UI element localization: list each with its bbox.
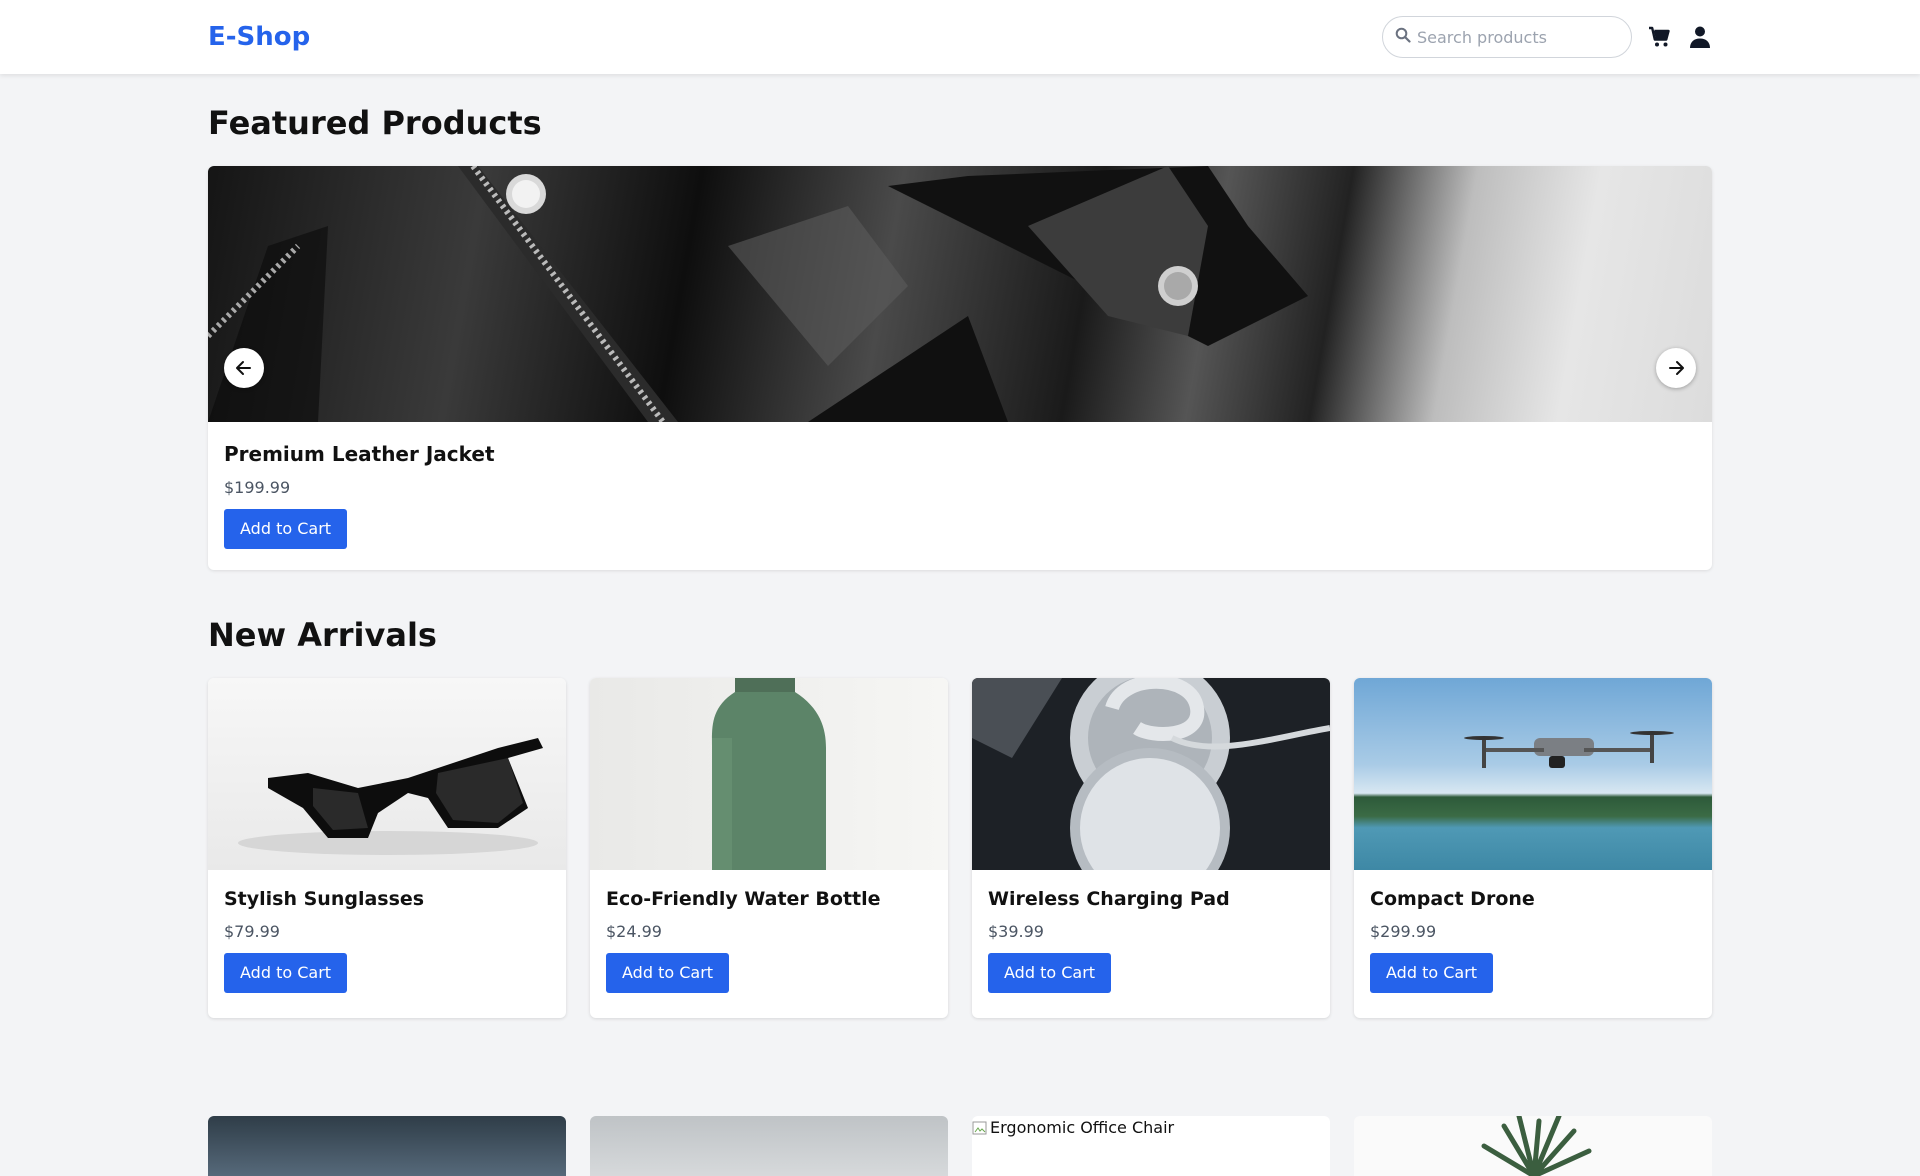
product-image-drone (1354, 678, 1712, 870)
featured-title: Featured Products (208, 104, 542, 142)
site-header: E-Shop (0, 0, 1920, 74)
product-card: Stylish Sunglasses $79.99 Add to Cart (208, 678, 566, 1018)
product-price: $24.99 (606, 922, 662, 941)
cart-icon[interactable] (1648, 24, 1672, 50)
product-name: Compact Drone (1370, 888, 1535, 910)
product-image-water-bottle (590, 678, 948, 870)
arrow-right-icon (1669, 361, 1684, 375)
product-price: $39.99 (988, 922, 1044, 941)
product-name: Eco-Friendly Water Bottle (606, 888, 881, 910)
product-price: $299.99 (1370, 922, 1437, 941)
product-card (208, 1116, 566, 1176)
product-image-sunglasses (208, 678, 566, 870)
broken-image-icon (972, 1121, 987, 1134)
arrow-left-icon (236, 361, 251, 375)
search-box[interactable] (1382, 16, 1632, 58)
add-to-cart-button[interactable]: Add to Cart (988, 953, 1112, 993)
product-card: Wireless Charging Pad $39.99 Add to Cart (972, 678, 1330, 1018)
plant-image (1481, 1116, 1592, 1176)
search-icon (1395, 27, 1411, 47)
featured-product-price: $199.99 (224, 478, 291, 497)
add-to-cart-button[interactable]: Add to Cart (1370, 953, 1494, 993)
add-to-cart-button[interactable]: Add to Cart (224, 953, 348, 993)
featured-product-image (208, 166, 1712, 422)
product-card: Eco-Friendly Water Bottle $24.99 Add to … (590, 678, 948, 1018)
featured-add-to-cart-button[interactable]: Add to Cart (224, 509, 348, 549)
search-input[interactable] (1417, 27, 1617, 47)
user-icon[interactable] (1688, 24, 1712, 50)
broken-image-alt-text: Ergonomic Office Chair (990, 1118, 1175, 1137)
carousel-next-button[interactable] (1656, 348, 1696, 388)
product-name: Stylish Sunglasses (224, 888, 425, 910)
product-image-charging-pad (972, 678, 1330, 870)
product-card: Compact Drone $299.99 Add to Cart (1354, 678, 1712, 1018)
product-name: Wireless Charging Pad (988, 888, 1230, 910)
site-logo[interactable]: E-Shop (208, 22, 310, 52)
new-arrivals-title: New Arrivals (208, 616, 437, 654)
add-to-cart-button[interactable]: Add to Cart (606, 953, 730, 993)
product-card (1354, 1116, 1712, 1176)
product-card: Ergonomic Office Chair (972, 1116, 1330, 1176)
featured-product-name: Premium Leather Jacket (224, 442, 495, 466)
product-card (590, 1116, 948, 1176)
broken-image: Ergonomic Office Chair (972, 1116, 1330, 1137)
carousel-prev-button[interactable] (224, 348, 264, 388)
featured-carousel: Premium Leather Jacket $199.99 Add to Ca… (208, 166, 1712, 570)
product-price: $79.99 (224, 922, 280, 941)
